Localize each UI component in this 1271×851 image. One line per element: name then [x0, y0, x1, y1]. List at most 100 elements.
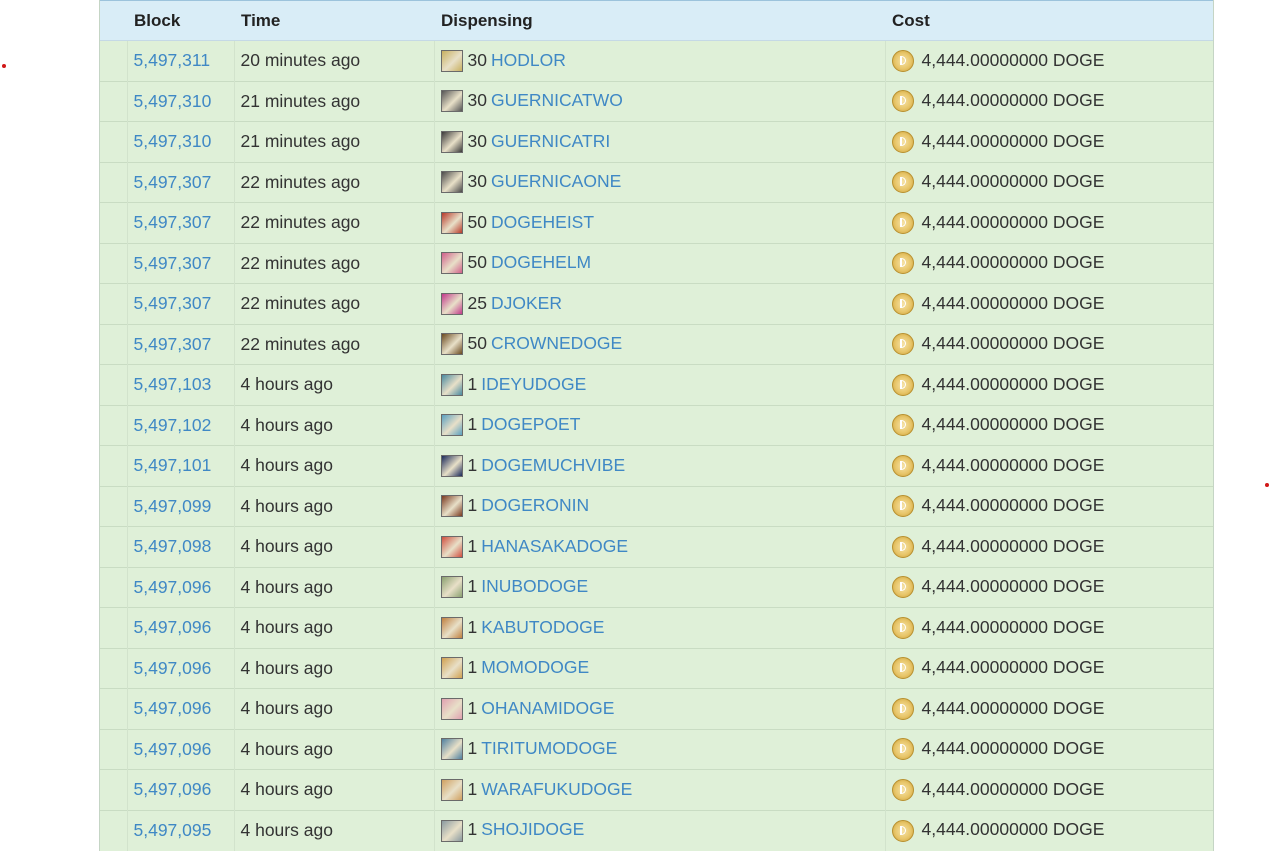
block-link[interactable]: 5,497,307 — [134, 172, 212, 192]
asset-link[interactable]: DJOKER — [491, 293, 562, 313]
block-link[interactable]: 5,497,101 — [134, 455, 212, 475]
asset-link[interactable]: HODLOR — [491, 50, 566, 70]
time-cell: 4 hours ago — [233, 769, 434, 810]
cost-value: 4,444.00000000 DOGE — [921, 414, 1105, 435]
table-header: Block Time Dispensing Cost — [100, 0, 1213, 41]
doge-coin-icon — [891, 171, 914, 194]
header-time[interactable]: Time — [234, 0, 434, 41]
asset-thumbnail-icon[interactable] — [440, 819, 463, 842]
block-cell: 5,497,096 — [126, 688, 234, 729]
asset-link[interactable]: GUERNICATWO — [491, 90, 623, 110]
asset-thumbnail-icon[interactable] — [440, 373, 463, 396]
time-cell: 22 minutes ago — [233, 202, 434, 243]
block-link[interactable]: 5,497,098 — [134, 536, 212, 556]
asset-thumbnail-icon[interactable] — [440, 738, 463, 761]
cost-value: 4,444.00000000 DOGE — [921, 373, 1105, 394]
block-link[interactable]: 5,497,099 — [134, 496, 212, 516]
time-cell: 4 hours ago — [233, 526, 434, 567]
page: Block Time Dispensing Cost 5,497,311 20 m… — [0, 0, 1271, 851]
dispense-quantity: 1 — [467, 616, 478, 637]
asset-thumbnail-icon[interactable] — [440, 211, 463, 234]
asset-thumbnail-icon[interactable] — [440, 130, 463, 153]
asset-link[interactable]: KABUTODOGE — [481, 617, 604, 637]
asset-link[interactable]: IDEYUDOGE — [481, 374, 586, 394]
dispense-quantity: 50 — [467, 333, 487, 354]
asset-link[interactable]: TIRITUMODOGE — [481, 738, 617, 758]
block-link[interactable]: 5,497,310 — [134, 91, 212, 111]
dispense-quantity: 1 — [467, 454, 478, 475]
block-cell: 5,497,307 — [126, 161, 234, 203]
asset-link[interactable]: GUERNICAONE — [491, 171, 621, 191]
dispensing-cell: 1 INUBODOGE — [433, 566, 885, 608]
doge-coin-icon — [891, 211, 914, 234]
red-dot-marker-right — [1265, 483, 1269, 487]
block-link[interactable]: 5,497,307 — [134, 253, 212, 273]
asset-link[interactable]: DOGERONIN — [481, 495, 589, 515]
asset-link[interactable]: CROWNEDOGE — [491, 333, 622, 353]
block-cell: 5,497,101 — [126, 445, 234, 486]
cost-cell: 4,444.00000000 DOGE — [884, 364, 1213, 405]
asset-thumbnail-icon[interactable] — [440, 616, 463, 639]
asset-link[interactable]: HANASAKADOGE — [481, 536, 628, 556]
block-cell: 5,497,102 — [126, 404, 234, 446]
doge-coin-icon — [891, 616, 914, 639]
asset-thumbnail-icon[interactable] — [440, 252, 463, 275]
asset-thumbnail-icon[interactable] — [440, 292, 463, 315]
asset-thumbnail-icon[interactable] — [440, 535, 463, 558]
block-link[interactable]: 5,497,096 — [134, 739, 212, 759]
block-link[interactable]: 5,497,307 — [134, 212, 212, 232]
asset-thumbnail-icon[interactable] — [440, 171, 463, 194]
block-cell: 5,497,307 — [126, 323, 234, 365]
asset-thumbnail-icon[interactable] — [440, 576, 463, 599]
asset-thumbnail-icon[interactable] — [440, 778, 463, 801]
asset-link[interactable]: DOGEHEIST — [491, 212, 594, 232]
asset-link[interactable]: SHOJIDOGE — [481, 819, 584, 839]
asset-thumbnail-icon[interactable] — [440, 495, 463, 518]
block-link[interactable]: 5,497,103 — [134, 374, 212, 394]
row-spacer — [100, 242, 127, 284]
row-spacer — [100, 647, 127, 689]
asset-link[interactable]: DOGEPOET — [481, 414, 580, 434]
asset-thumbnail-icon[interactable] — [440, 333, 463, 356]
header-dispensing[interactable]: Dispensing — [434, 0, 885, 41]
block-cell: 5,497,096 — [126, 566, 234, 608]
red-dot-marker-left — [2, 64, 6, 68]
asset-link[interactable]: DOGEMUCHVIBE — [481, 455, 625, 475]
header-cost[interactable]: Cost — [885, 0, 1213, 41]
block-link[interactable]: 5,497,096 — [134, 658, 212, 678]
block-cell: 5,497,310 — [126, 80, 234, 122]
asset-link[interactable]: OHANAMIDOGE — [481, 698, 614, 718]
block-link[interactable]: 5,497,307 — [134, 334, 212, 354]
cost-cell: 4,444.00000000 DOGE — [884, 242, 1213, 284]
asset-thumbnail-icon[interactable] — [440, 90, 463, 113]
asset-thumbnail-icon[interactable] — [440, 454, 463, 477]
dispense-quantity: 1 — [467, 778, 478, 799]
doge-coin-icon — [891, 252, 914, 275]
block-cell: 5,497,096 — [126, 728, 234, 770]
asset-link[interactable]: MOMODOGE — [481, 657, 589, 677]
cost-cell: 4,444.00000000 DOGE — [884, 445, 1213, 486]
dispensing-cell: 30 HODLOR — [433, 40, 885, 81]
asset-link[interactable]: INUBODOGE — [481, 576, 588, 596]
asset-thumbnail-icon[interactable] — [440, 414, 463, 437]
block-link[interactable]: 5,497,310 — [134, 131, 212, 151]
asset-link[interactable]: WARAFUKUDOGE — [481, 779, 632, 799]
block-link[interactable]: 5,497,095 — [134, 820, 212, 840]
row-spacer — [100, 80, 127, 122]
block-link[interactable]: 5,497,096 — [134, 779, 212, 799]
block-link[interactable]: 5,497,096 — [134, 617, 212, 637]
dispensing-cell: 1 OHANAMIDOGE — [433, 688, 885, 729]
table-row: 5,497,103 4 hours ago 1 IDEYUDOGE 4,444.0000… — [100, 364, 1213, 405]
asset-link[interactable]: DOGEHELM — [491, 252, 591, 272]
header-block[interactable]: Block — [127, 0, 234, 41]
block-link[interactable]: 5,497,311 — [134, 50, 211, 70]
block-link[interactable]: 5,497,096 — [134, 698, 212, 718]
block-link[interactable]: 5,497,096 — [134, 577, 212, 597]
block-link[interactable]: 5,497,102 — [134, 415, 212, 435]
asset-thumbnail-icon[interactable] — [440, 697, 463, 720]
block-cell: 5,497,095 — [126, 809, 234, 851]
block-link[interactable]: 5,497,307 — [134, 293, 212, 313]
asset-link[interactable]: GUERNICATRI — [491, 131, 610, 151]
asset-thumbnail-icon[interactable] — [440, 657, 463, 680]
asset-thumbnail-icon[interactable] — [440, 49, 463, 72]
